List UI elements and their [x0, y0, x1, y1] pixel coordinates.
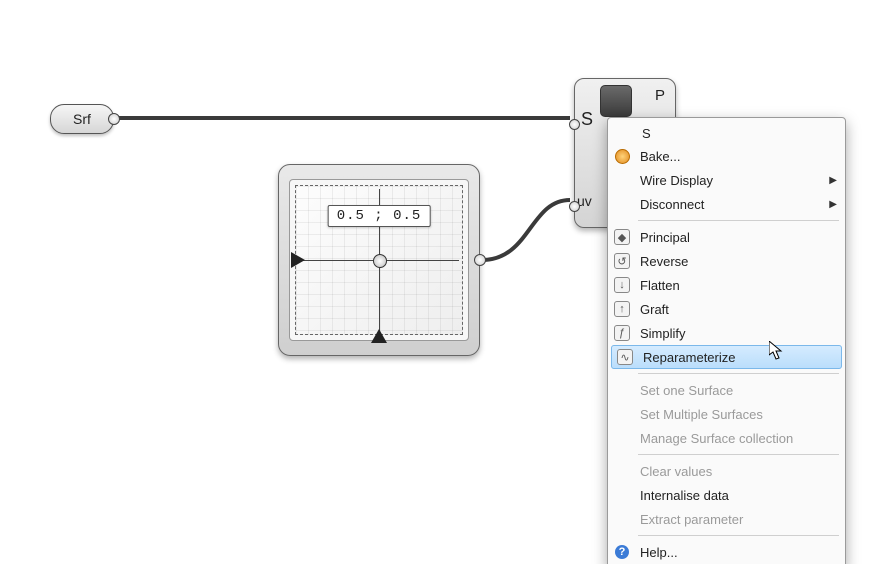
md-slider-output-port[interactable]: [474, 254, 486, 266]
bake-icon: [615, 149, 630, 164]
menu-item-help[interactable]: ? Help...: [608, 540, 845, 564]
md-slider-node[interactable]: 0.5 ; 0.5: [278, 164, 480, 356]
menu-item-set-one[interactable]: Set one Surface: [608, 378, 845, 402]
menu-item-principal[interactable]: ◆ Principal: [608, 225, 845, 249]
menu-item-reverse-label: Reverse: [636, 254, 845, 269]
reverse-icon: ↺: [614, 253, 630, 269]
submenu-arrow-icon: ▶: [823, 175, 845, 186]
menu-item-internalise[interactable]: Internalise data: [608, 483, 845, 507]
menu-item-reparameterize-label: Reparameterize: [639, 350, 842, 365]
menu-item-internalise-label: Internalise data: [636, 488, 845, 503]
surface-param-output-port[interactable]: [108, 113, 120, 125]
menu-item-flatten[interactable]: ↓ Flatten: [608, 273, 845, 297]
menu-item-flatten-label: Flatten: [636, 278, 845, 293]
menu-item-wire-display[interactable]: Wire Display ▶: [608, 168, 845, 192]
menu-item-extract-label: Extract parameter: [636, 512, 845, 527]
surface-param-label: Srf: [73, 111, 91, 127]
menu-item-wire-display-label: Wire Display: [636, 173, 823, 188]
graft-icon: ↑: [614, 301, 630, 317]
menu-item-bake[interactable]: Bake...: [608, 144, 845, 168]
grasshopper-canvas[interactable]: Srf 0.5 ; 0.5 P S uv S Bake...: [0, 0, 895, 564]
md-slider-value[interactable]: 0.5 ; 0.5: [328, 205, 431, 227]
menu-item-graft-label: Graft: [636, 302, 845, 317]
menu-separator: [638, 535, 839, 536]
submenu-arrow-icon: ▶: [823, 199, 845, 210]
input-s-port[interactable]: [569, 119, 580, 130]
evaluate-surface-core-icon: [600, 85, 632, 117]
flatten-icon: ↓: [614, 277, 630, 293]
menu-item-set-one-label: Set one Surface: [636, 383, 845, 398]
menu-item-manage-collection-label: Manage Surface collection: [636, 431, 845, 446]
simplify-icon: ƒ: [614, 325, 630, 341]
menu-item-clear[interactable]: Clear values: [608, 459, 845, 483]
menu-title-row: S: [608, 122, 845, 144]
menu-item-reparameterize[interactable]: ∿ Reparameterize: [611, 345, 842, 369]
md-slider-marker-bottom: [371, 329, 387, 343]
menu-item-graft[interactable]: ↑ Graft: [608, 297, 845, 321]
menu-item-simplify[interactable]: ƒ Simplify: [608, 321, 845, 345]
help-icon: ?: [615, 545, 629, 559]
menu-separator: [638, 373, 839, 374]
menu-item-reverse[interactable]: ↺ Reverse: [608, 249, 845, 273]
reparameterize-icon: ∿: [617, 349, 633, 365]
menu-item-extract[interactable]: Extract parameter: [608, 507, 845, 531]
input-s-label[interactable]: S: [581, 109, 593, 130]
surface-param-node[interactable]: Srf: [50, 104, 114, 134]
menu-item-set-multiple[interactable]: Set Multiple Surfaces: [608, 402, 845, 426]
input-uv-port[interactable]: [569, 201, 580, 212]
menu-item-simplify-label: Simplify: [636, 326, 845, 341]
md-slider-marker-left: [291, 252, 305, 268]
md-slider-knob[interactable]: [373, 254, 387, 268]
context-menu: S Bake... Wire Display ▶ Disconnect ▶ ◆ …: [607, 117, 846, 564]
menu-item-disconnect-label: Disconnect: [636, 197, 823, 212]
principal-icon: ◆: [614, 229, 630, 245]
menu-item-disconnect[interactable]: Disconnect ▶: [608, 192, 845, 216]
menu-title: S: [636, 126, 845, 141]
output-p-label[interactable]: P: [655, 87, 665, 104]
menu-item-set-multiple-label: Set Multiple Surfaces: [636, 407, 845, 422]
menu-item-manage-collection[interactable]: Manage Surface collection: [608, 426, 845, 450]
menu-item-help-label: Help...: [636, 545, 845, 560]
menu-separator: [638, 220, 839, 221]
menu-item-bake-label: Bake...: [636, 149, 845, 164]
menu-item-clear-label: Clear values: [636, 464, 845, 479]
menu-separator: [638, 454, 839, 455]
menu-item-principal-label: Principal: [636, 230, 845, 245]
